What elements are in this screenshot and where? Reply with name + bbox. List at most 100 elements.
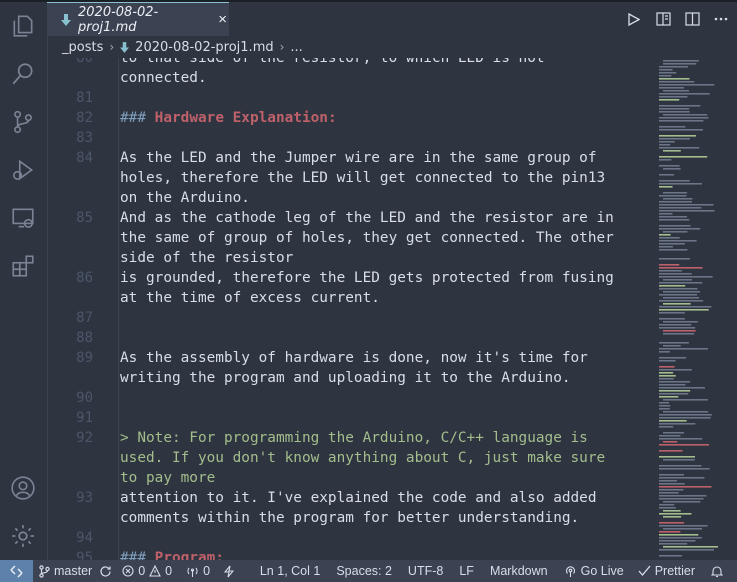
split-editor-icon[interactable] [684,11,700,27]
line-text: at the time of excess current. [120,290,380,306]
lightning-icon[interactable] [224,565,235,578]
warning-count: 0 [165,564,173,578]
code-line[interactable]: at the time of excess current. [47,288,640,308]
line-number: 81 [76,90,93,106]
explorer-icon[interactable] [10,13,36,39]
account-icon[interactable] [10,475,36,501]
minimap-line [659,204,714,206]
code-line[interactable]: 91 [47,408,640,428]
code-line[interactable]: 89 As the assembly of hardware is done, n… [47,348,640,368]
minimap-line [659,258,690,260]
minimap-line [659,87,685,89]
end-of-line[interactable]: LF [459,564,474,578]
code-line[interactable]: 85 And as the cathode leg of the LED and … [47,208,640,228]
go-live-button[interactable]: Go Live [564,564,624,578]
minimap-line [659,228,701,230]
minimap-line [659,366,675,368]
branch-status[interactable]: master [39,564,112,578]
code-line[interactable]: writing the program and uploading it to … [47,368,640,388]
code-line[interactable]: 80 to that side of the resistor, to which… [47,58,640,68]
minimap-line [659,120,704,122]
remote-explorer-icon[interactable] [10,205,36,231]
line-number: 94 [76,530,93,546]
code-line[interactable]: 93 attention to it. I've explained the co… [47,488,640,508]
tab-file[interactable]: 2020-08-02-proj1.md × [47,2,229,36]
code-line[interactable]: 87 [47,308,640,328]
indentation[interactable]: Spaces: 2 [336,564,392,578]
minimap-line [663,330,696,332]
breadcrumb-folder[interactable]: _posts [62,40,103,55]
code-line[interactable]: 84 As the LED and the Jumper wire are in … [47,148,640,168]
code-line[interactable]: on the Arduino. [47,188,640,208]
minimap-line [659,78,690,80]
minimap[interactable] [659,58,725,560]
line-number: 80 [76,58,93,66]
minimap-line [659,186,673,188]
code-line[interactable]: 90 [47,388,640,408]
code-line[interactable]: 94 [47,528,640,548]
code-line[interactable]: 83 [47,128,640,148]
open-preview-icon[interactable] [655,11,671,27]
code-line[interactable]: used. If you don't know anything about C… [47,448,640,468]
code-line[interactable]: 95 ### Program: [47,548,640,560]
warning-icon [149,565,162,577]
cursor-position[interactable]: Ln 1, Col 1 [260,564,320,578]
code-line[interactable]: 81 [47,88,640,108]
settings-gear-icon[interactable] [10,523,36,549]
minimap-line [659,534,699,536]
code-line[interactable]: holes, therefore the LED will get connec… [47,168,640,188]
branch-icon [39,564,50,578]
code-line[interactable]: 92 > Note: For programming the Arduino, C… [47,428,640,448]
breadcrumb-file[interactable]: 2020-08-02-proj1.md [135,40,273,55]
minimap-line [659,240,697,242]
breadcrumb-more[interactable]: ... [290,40,302,55]
remote-icon[interactable] [0,560,33,582]
problems-status[interactable]: 0 0 [122,564,172,578]
language-mode[interactable]: Markdown [490,564,548,578]
code-line[interactable]: the same of group of holes, they get con… [47,228,640,248]
breadcrumb: _posts › 2020-08-02-proj1.md › ... [47,36,737,58]
encoding[interactable]: UTF-8 [408,564,443,578]
minimap-content [659,60,719,557]
minimap-line [659,369,692,371]
source-control-icon[interactable] [10,109,36,135]
tab-bar: 2020-08-02-proj1.md × [47,2,737,36]
prettier-status[interactable]: Prettier [638,564,695,578]
minimap-line [659,273,692,275]
code-line[interactable]: 88 [47,328,640,348]
vertical-scrollbar[interactable] [728,58,737,560]
run-debug-icon[interactable] [10,157,36,183]
minimap-line [659,105,701,107]
minimap-line [663,528,703,530]
minimap-line [659,111,690,113]
minimap-line [659,183,702,185]
more-actions-icon[interactable] [713,11,729,27]
bell-icon[interactable] [711,565,723,578]
minimap-line [663,198,693,200]
extensions-icon[interactable] [10,253,36,279]
minimap-line [659,483,685,485]
minimap-line [659,396,679,398]
search-icon[interactable] [10,61,36,87]
line-text: And as the cathode leg of the LED and th… [120,210,614,226]
code-line[interactable]: side of the resistor [47,248,640,268]
code-line[interactable]: connected. [47,68,640,88]
line-text: attention to it. I've explained the code… [120,490,597,506]
sync-icon[interactable] [99,565,112,578]
tab-label: 2020-08-02-proj1.md [78,4,159,35]
minimap-line [659,498,704,500]
minimap-line [659,201,692,203]
status-bar: master 0 0 0 Ln 1, Col 1 Spaces: 2 UTF-8… [0,560,737,582]
minimap-line [659,72,677,74]
code-line[interactable]: to pay more [47,468,640,488]
run-icon[interactable] [626,11,642,27]
ports-status[interactable]: 0 [186,564,210,578]
code-line[interactable]: 82 ### Hardware Explanation: [47,108,640,128]
minimap-line [659,144,671,146]
code-line[interactable]: 86 is grounded, therefore the LED gets pr… [47,268,640,288]
close-icon[interactable]: × [216,11,229,28]
editor-text-area[interactable]: 80 to that side of the resistor, to which… [47,58,640,560]
minimap-line [659,486,712,488]
code-line[interactable]: comments within the program for better u… [47,508,640,528]
minimap-line [663,168,681,170]
